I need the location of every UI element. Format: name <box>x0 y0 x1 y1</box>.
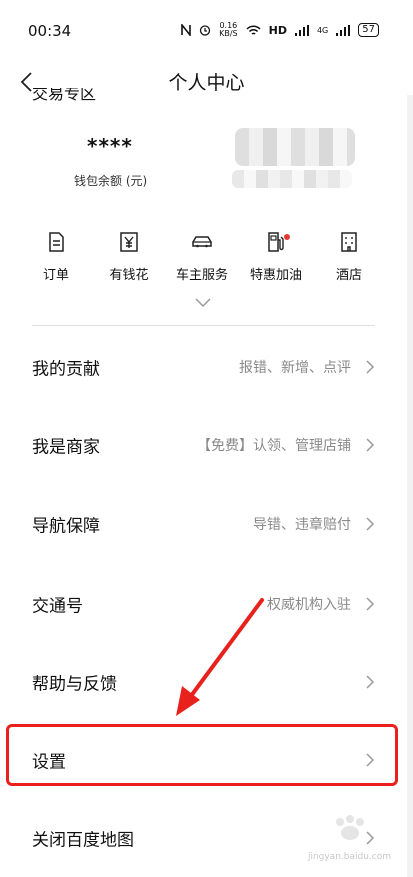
chevron-right-icon <box>366 360 375 374</box>
service-label: 酒店 <box>335 268 362 283</box>
menu-item-label: 我的贡献 <box>32 359 100 380</box>
menu-item-label: 关闭百度地图 <box>32 830 134 851</box>
chevron-right-icon <box>366 438 375 452</box>
net-speed-unit: KB/S <box>219 29 238 38</box>
battery-icon: 57 <box>358 23 379 37</box>
menu-item-merchant[interactable]: 我是商家 【免费】认领、管理店铺 <box>32 415 375 475</box>
wallet-balance-value[interactable]: **** <box>87 134 133 158</box>
chevron-right-icon <box>366 675 375 689</box>
section-title-text: 交易专区 <box>32 88 97 103</box>
watermark-text: jingyan.baidu.com <box>307 852 391 862</box>
status-icons: 0.16 KB/S HD 4G 57 <box>181 22 379 38</box>
menu-item-label: 帮助与反馈 <box>32 674 117 695</box>
section-title-partial: 交易专区 <box>32 88 96 106</box>
service-label: 订单 <box>42 268 69 283</box>
yen-icon <box>120 232 138 252</box>
paw-logo-icon <box>336 815 364 840</box>
signal-icon <box>294 24 309 36</box>
service-label: 有钱花 <box>109 268 149 283</box>
alarm-icon <box>199 25 211 36</box>
hotel-icon <box>341 232 357 252</box>
status-bar: 00:34 0.16 KB/S HD 4G 57 <box>0 0 413 62</box>
blurred-content-2 <box>232 170 352 188</box>
service-fuel[interactable]: 特惠加油 <box>237 230 315 283</box>
menu-item-desc: 【免费】认领、管理店铺 <box>197 438 351 454</box>
blurred-content <box>235 128 355 166</box>
menu-item-traffic-account[interactable]: 交通号 权威机构入驻 <box>32 574 375 634</box>
network-type: 4G <box>316 25 329 35</box>
signal-icon-2 <box>336 24 351 36</box>
menu-item-desc: 权威机构入驻 <box>267 597 351 613</box>
notification-badge <box>284 234 290 240</box>
menu-item-label: 交通号 <box>32 596 83 617</box>
nfc-icon <box>181 24 191 36</box>
car-icon <box>192 236 212 248</box>
menu-item-label: 导航保障 <box>32 516 100 537</box>
service-row: 订单 有钱花 车主服务 特惠加油 酒店 <box>0 230 413 290</box>
chevron-down-icon[interactable] <box>192 295 214 311</box>
service-car-owner[interactable]: 车主服务 <box>163 230 241 283</box>
menu-item-navigation-guarantee[interactable]: 导航保障 导错、违章赔付 <box>32 494 375 554</box>
net-speed: 0.16 KB/S <box>219 22 238 38</box>
service-orders[interactable]: 订单 <box>17 230 95 283</box>
watermark: jingyan.baidu.com <box>306 814 391 862</box>
menu-item-help-feedback[interactable]: 帮助与反馈 <box>32 652 375 712</box>
hd-label: HD <box>268 23 287 37</box>
highlight-box <box>6 724 398 786</box>
chevron-right-icon <box>366 517 375 531</box>
side-shade <box>407 95 413 877</box>
wifi-icon <box>246 24 261 35</box>
menu-item-label: 我是商家 <box>32 437 100 458</box>
service-label: 特惠加油 <box>249 268 302 283</box>
service-label: 车主服务 <box>175 268 228 283</box>
menu-item-desc: 报错、新增、点评 <box>239 360 351 376</box>
document-icon <box>49 232 64 252</box>
service-hotel[interactable]: 酒店 <box>310 230 388 283</box>
chevron-right-icon <box>366 597 375 611</box>
wallet-balance-label: 钱包余额 (元) <box>74 174 148 188</box>
menu-item-desc: 导错、违章赔付 <box>253 517 351 533</box>
status-time: 00:34 <box>28 22 72 40</box>
divider <box>32 325 375 326</box>
menu-item-contribution[interactable]: 我的贡献 报错、新增、点评 <box>32 337 375 397</box>
service-loan[interactable]: 有钱花 <box>90 230 168 283</box>
